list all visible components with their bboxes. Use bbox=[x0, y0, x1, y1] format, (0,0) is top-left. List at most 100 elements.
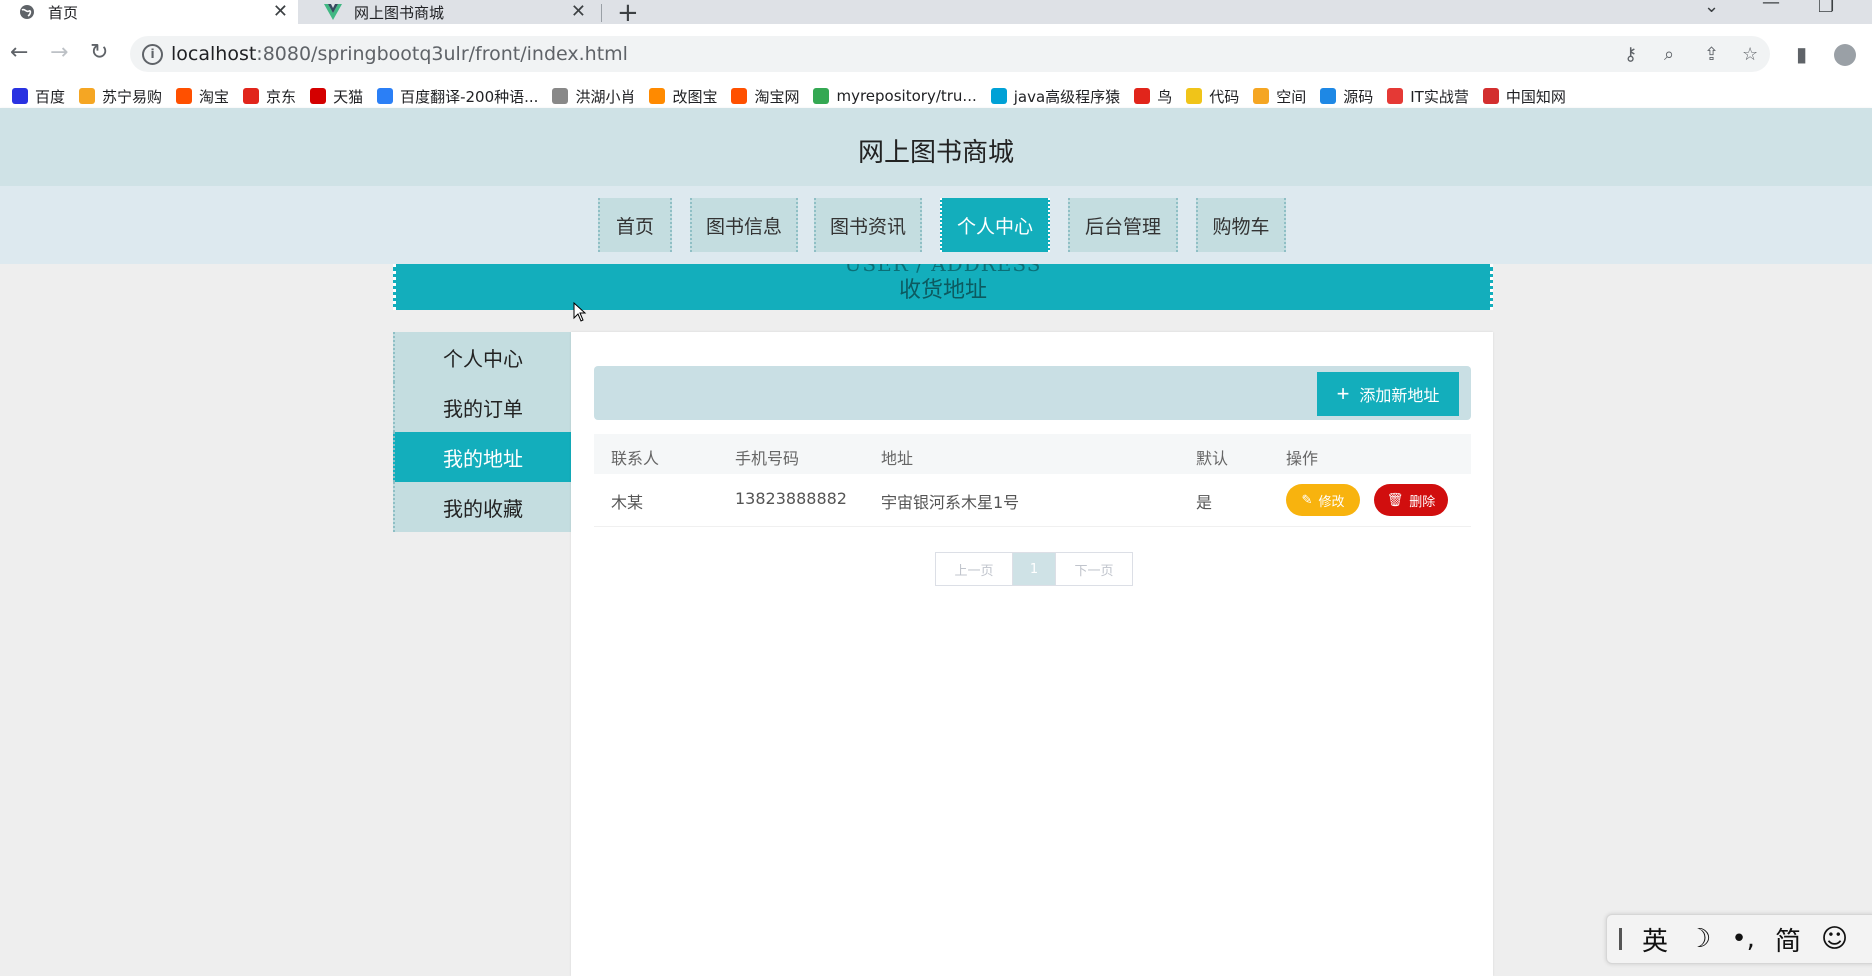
nav-item-home[interactable]: 首页 bbox=[598, 198, 672, 252]
bookmark-favicon-icon bbox=[1387, 88, 1404, 104]
ime-script-toggle[interactable]: 简 bbox=[1775, 921, 1801, 958]
close-tab-icon[interactable]: ✕ bbox=[273, 0, 288, 24]
side-menu-address[interactable]: 我的地址 bbox=[393, 432, 571, 482]
table-header: 联系人 手机号码 地址 默认 操作 bbox=[594, 434, 1471, 474]
cell-default: 是 bbox=[1196, 493, 1213, 512]
edit-label: 修改 bbox=[1318, 493, 1345, 509]
bookmark-item[interactable]: 百度 bbox=[12, 86, 65, 107]
delete-button[interactable]: 🗑 删除 bbox=[1374, 484, 1448, 516]
bookmark-item[interactable]: 空间 bbox=[1253, 86, 1306, 107]
bookmark-favicon-icon bbox=[310, 88, 327, 104]
bookmark-label: java高级程序猿 bbox=[1013, 87, 1121, 106]
bookmark-item[interactable]: 淘宝网 bbox=[731, 86, 799, 107]
column-header-actions: 操作 bbox=[1286, 449, 1319, 468]
bookmark-item[interactable]: 中国知网 bbox=[1482, 86, 1566, 107]
address-toolbar: + 添加新地址 bbox=[594, 366, 1471, 420]
pencil-icon: ✎ bbox=[1301, 492, 1313, 507]
nav-item-books[interactable]: 图书信息 bbox=[690, 198, 798, 252]
bookmark-favicon-icon bbox=[79, 88, 96, 104]
emoji-icon[interactable]: ☺ bbox=[1821, 924, 1848, 954]
bookmark-item[interactable]: 鸟 bbox=[1134, 86, 1172, 107]
bookmark-favicon-icon bbox=[731, 88, 748, 104]
page-number-button[interactable]: 1 bbox=[1013, 553, 1055, 585]
bookmark-favicon-icon bbox=[1186, 88, 1203, 104]
bookmark-label: myrepository/tru... bbox=[836, 87, 977, 105]
browser-tab-active[interactable]: 首页 ✕ bbox=[0, 0, 298, 24]
reload-icon[interactable]: ↻ bbox=[90, 42, 108, 64]
share-icon[interactable]: ⇪ bbox=[1704, 44, 1719, 65]
column-header-contact: 联系人 bbox=[611, 449, 660, 468]
url-host: localhost bbox=[171, 43, 257, 65]
bookmark-favicon-icon bbox=[377, 88, 394, 104]
url-omnibox[interactable]: i localhost:8080/springbootq3ulr/front/i… bbox=[130, 36, 1770, 72]
restore-window-icon[interactable]: ❐ bbox=[1818, 0, 1834, 17]
site-title: 网上图书商城 bbox=[857, 138, 1014, 168]
side-panel-icon[interactable]: ▮ bbox=[1796, 42, 1807, 66]
side-menu-user-center[interactable]: 个人中心 bbox=[393, 332, 571, 382]
bookmark-item[interactable]: 淘宝 bbox=[176, 86, 229, 107]
side-menu-orders[interactable]: 我的订单 bbox=[393, 382, 571, 432]
edit-button[interactable]: ✎ 修改 bbox=[1286, 484, 1360, 516]
bookmark-star-icon[interactable]: ☆ bbox=[1742, 44, 1758, 65]
bookmark-label: 改图宝 bbox=[672, 87, 718, 106]
bookmark-item[interactable]: myrepository/tru... bbox=[813, 87, 977, 105]
zoom-icon[interactable]: ⌕ bbox=[1664, 44, 1674, 65]
punctuation-icon[interactable]: •, bbox=[1731, 924, 1755, 954]
bookmarks-bar: 百度 苏宁易购 淘宝 京东 天猫 百度翻译-200种语... 洪湖小肖 改图宝 … bbox=[0, 84, 1872, 108]
browser-tab-inactive[interactable]: 网上图书商城 ✕ bbox=[306, 0, 596, 24]
next-page-button[interactable]: 下一页 bbox=[1055, 553, 1132, 585]
bookmark-favicon-icon bbox=[649, 88, 666, 104]
browser-tab-strip: 首页 ✕ 网上图书商城 ✕ + ⌄ — ❐ bbox=[0, 0, 1872, 28]
tab-title: 网上图书商城 bbox=[354, 3, 445, 22]
ime-drag-handle[interactable] bbox=[1619, 928, 1622, 950]
side-menu: 个人中心 我的订单 我的地址 我的收藏 bbox=[393, 332, 571, 532]
profile-avatar-icon[interactable] bbox=[1834, 44, 1856, 66]
bookmark-label: 代码 bbox=[1209, 87, 1240, 106]
close-tab-icon[interactable]: ✕ bbox=[571, 0, 586, 24]
bookmark-label: 天猫 bbox=[333, 87, 364, 106]
ime-toolbar: 英 ☽ •, 简 ☺ bbox=[1606, 914, 1872, 964]
bookmark-label: 百度 bbox=[35, 87, 66, 106]
bookmark-label: 淘宝网 bbox=[754, 87, 800, 106]
bookmark-favicon-icon bbox=[1320, 88, 1337, 104]
back-arrow-icon[interactable]: ← bbox=[10, 42, 28, 64]
minimize-icon[interactable]: — bbox=[1762, 0, 1780, 13]
bookmark-item[interactable]: IT实战营 bbox=[1387, 86, 1469, 107]
nav-item-cart[interactable]: 购物车 bbox=[1196, 198, 1286, 252]
moon-icon[interactable]: ☽ bbox=[1688, 924, 1711, 954]
bookmark-label: 百度翻译-200种语... bbox=[400, 87, 539, 106]
chevron-down-icon[interactable]: ⌄ bbox=[1704, 0, 1719, 17]
bookmark-item[interactable]: 天猫 bbox=[310, 86, 363, 107]
cell-address: 宇宙银河系木星1号 bbox=[881, 493, 1020, 512]
bookmark-item[interactable]: 百度翻译-200种语... bbox=[377, 86, 538, 107]
bookmark-favicon-icon bbox=[1134, 88, 1151, 104]
bookmark-item[interactable]: java高级程序猿 bbox=[990, 86, 1121, 107]
nav-item-news[interactable]: 图书资讯 bbox=[814, 198, 922, 252]
add-address-button[interactable]: + 添加新地址 bbox=[1317, 372, 1459, 416]
column-header-phone: 手机号码 bbox=[735, 449, 800, 468]
bookmark-label: 空间 bbox=[1276, 87, 1307, 106]
column-header-default: 默认 bbox=[1196, 449, 1229, 468]
bookmark-item[interactable]: 苏宁易购 bbox=[79, 86, 162, 107]
forward-arrow-icon[interactable]: → bbox=[50, 42, 68, 64]
side-menu-favorites[interactable]: 我的收藏 bbox=[393, 482, 571, 532]
bookmark-item[interactable]: 改图宝 bbox=[649, 86, 717, 107]
nav-item-admin[interactable]: 后台管理 bbox=[1068, 198, 1178, 252]
delete-label: 删除 bbox=[1409, 493, 1436, 509]
main-nav: 首页 图书信息 图书资讯 个人中心 后台管理 购物车 bbox=[0, 186, 1872, 264]
pagination: 上一页 1 下一页 bbox=[935, 552, 1133, 586]
prev-page-button[interactable]: 上一页 bbox=[936, 553, 1013, 585]
url-text[interactable]: localhost:8080/springbootq3ulr/front/ind… bbox=[171, 43, 628, 65]
bookmark-item[interactable]: 洪湖小肖 bbox=[552, 86, 635, 107]
key-icon[interactable]: ⚷ bbox=[1624, 44, 1637, 65]
bookmark-label: IT实战营 bbox=[1410, 87, 1469, 106]
table-row: 木某 13823888882 宇宙银河系木星1号 是 ✎ 修改 🗑 删除 bbox=[594, 474, 1471, 527]
ime-language-toggle[interactable]: 英 bbox=[1642, 921, 1668, 958]
site-info-icon[interactable]: i bbox=[142, 44, 163, 65]
nav-item-user-center[interactable]: 个人中心 bbox=[940, 198, 1050, 252]
bookmark-item[interactable]: 代码 bbox=[1186, 86, 1239, 107]
bookmark-item[interactable]: 京东 bbox=[243, 86, 296, 107]
bookmark-item[interactable]: 源码 bbox=[1320, 86, 1373, 107]
bookmark-favicon-icon bbox=[12, 88, 28, 104]
globe-icon bbox=[18, 3, 36, 21]
